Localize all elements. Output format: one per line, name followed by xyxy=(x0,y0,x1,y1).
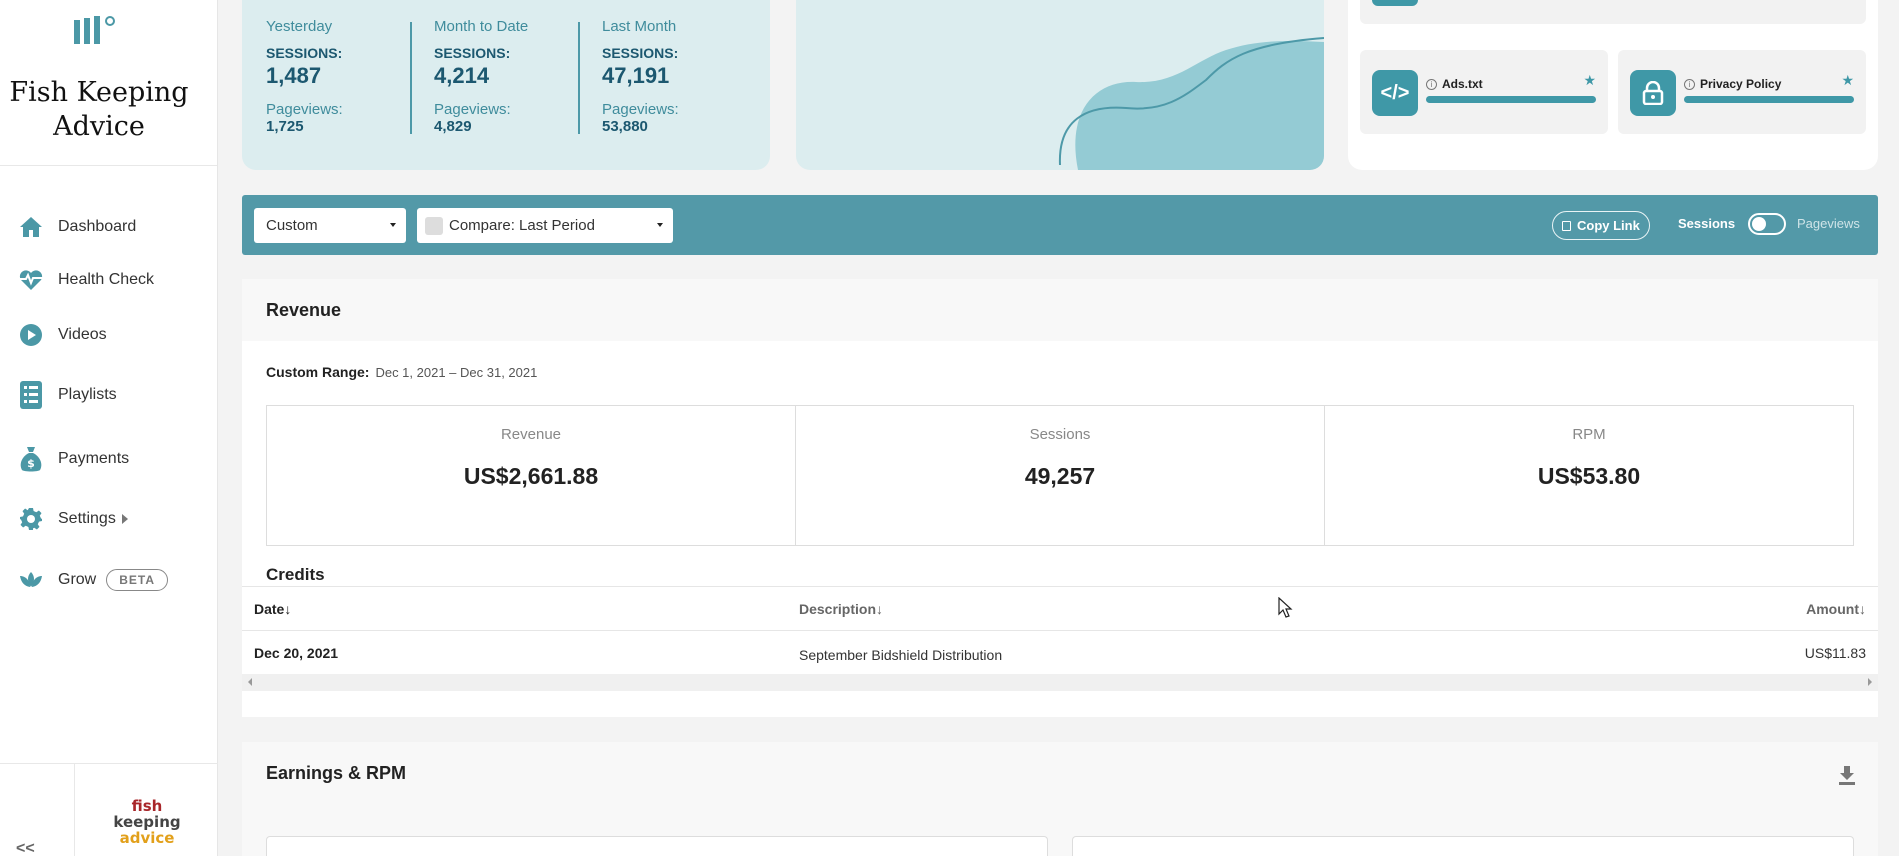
stat-last-month: Last Month SESSIONS: 47,191 Pageviews: 5… xyxy=(602,18,762,135)
lock-icon xyxy=(1630,70,1676,116)
dropdown-arrow-icon xyxy=(390,223,396,227)
heartbeat-icon xyxy=(18,267,44,293)
panel-title: Earnings & RPM xyxy=(242,742,1878,804)
stat-yesterday: Yesterday SESSIONS: 1,487 Pageviews: 1,7… xyxy=(266,18,426,135)
brand-name: Fish Keeping Advice xyxy=(9,77,189,142)
sessions-pageviews-toggle[interactable] xyxy=(1748,213,1786,235)
sidebar-item-label: Health Check xyxy=(58,271,155,288)
tool-privacy-policy[interactable]: i Privacy Policy ★ xyxy=(1618,50,1866,134)
sort-date-header[interactable]: Date↓ xyxy=(254,601,291,617)
gear-icon xyxy=(18,506,44,532)
progress-bar xyxy=(1426,96,1596,103)
brand-header: Fish Keeping Advice xyxy=(0,0,217,166)
mouse-cursor-icon xyxy=(1278,597,1293,618)
divider xyxy=(578,22,580,134)
earnings-panel: Earnings & RPM xyxy=(242,742,1878,856)
scroll-left-icon[interactable] xyxy=(248,678,252,686)
date-range-select[interactable]: Custom xyxy=(254,208,406,243)
star-icon[interactable]: ★ xyxy=(1841,72,1854,89)
sidebar-item-health-check[interactable]: Health Check xyxy=(18,265,154,295)
traffic-stats-card: Yesterday SESSIONS: 1,487 Pageviews: 1,7… xyxy=(242,0,770,170)
sessions-value: 1,487 xyxy=(266,63,322,88)
sidebar-item-videos[interactable]: Videos xyxy=(18,320,107,350)
download-icon[interactable] xyxy=(1838,766,1856,786)
metrics-summary: Revenue US$2,661.88 Sessions 49,257 RPM … xyxy=(266,405,1854,546)
sort-amount-header[interactable]: Amount↓ xyxy=(1806,601,1866,617)
tool-ads-txt[interactable]: </> i Ads.txt ★ xyxy=(1360,50,1608,134)
copy-icon xyxy=(1562,220,1571,231)
revenue-panel: Revenue Custom Range: Dec 1, 2021 – Dec 3… xyxy=(242,279,1878,717)
panel-title: Revenue xyxy=(242,279,1878,341)
horizontal-scrollbar[interactable] xyxy=(242,674,1878,691)
collapse-sidebar-button[interactable]: << xyxy=(16,840,35,856)
sidebar-item-payments[interactable]: $ Payments xyxy=(18,444,129,474)
scroll-right-icon[interactable] xyxy=(1868,678,1872,686)
money-bag-icon: $ xyxy=(18,446,44,472)
credits-table: Date↓ Description↓ Amount↓ Dec 20, 2021 … xyxy=(242,586,1878,691)
wave-illustration xyxy=(1058,37,1324,170)
table-row: Dec 20, 2021 September Bidshield Distrib… xyxy=(242,630,1878,674)
sessions-value: 47,191 xyxy=(602,63,670,88)
sidebar-item-dashboard[interactable]: Dashboard xyxy=(18,212,136,242)
earnings-chart-box xyxy=(266,836,1048,856)
filter-bar: Custom Compare: Last Period Copy Link Se… xyxy=(242,195,1878,255)
progress-bar xyxy=(1684,96,1854,103)
svg-text:$: $ xyxy=(27,457,35,470)
table-header: Date↓ Description↓ Amount↓ xyxy=(242,586,1878,630)
compare-select[interactable]: Compare: Last Period xyxy=(417,208,673,243)
metric-sessions: Sessions 49,257 xyxy=(796,406,1325,545)
sidebar-item-label: Videos xyxy=(58,326,107,343)
code-icon: </> xyxy=(1372,70,1418,116)
sidebar-item-label: Payments xyxy=(58,450,130,467)
dropdown-arrow-icon xyxy=(657,223,663,227)
sidebar-item-settings[interactable]: Settings xyxy=(18,504,128,534)
info-icon[interactable]: i xyxy=(1684,79,1695,90)
tool-tile xyxy=(1360,0,1866,24)
metric-revenue: Revenue US$2,661.88 xyxy=(267,406,796,545)
lotus-icon xyxy=(18,567,44,593)
divider xyxy=(74,763,75,856)
pageviews-value: 53,880 xyxy=(602,118,648,135)
sidebar-item-label: Dashboard xyxy=(58,218,137,235)
custom-range: Custom Range: Dec 1, 2021 – Dec 31, 2021 xyxy=(266,364,538,380)
rpm-chart-box xyxy=(1072,836,1854,856)
toggle-label-sessions: Sessions xyxy=(1678,216,1736,231)
sidebar-item-label: Settings xyxy=(58,510,116,527)
sort-description-header[interactable]: Description↓ xyxy=(799,601,883,617)
pageviews-value: 4,829 xyxy=(434,118,472,135)
site-logo: fish keeping advice xyxy=(113,797,181,847)
brand-logo-icon[interactable] xyxy=(70,14,126,54)
sidebar-item-label: Grow xyxy=(58,571,97,588)
caret-right-icon xyxy=(121,514,128,524)
star-icon[interactable]: ★ xyxy=(1583,72,1596,89)
play-icon xyxy=(18,322,44,348)
sidebar-item-playlists[interactable]: Playlists xyxy=(18,380,117,410)
site-tools-card: </> i Ads.txt ★ i Privacy Policy ★ xyxy=(1348,0,1878,170)
compare-checkbox[interactable] xyxy=(425,216,443,235)
decorative-wave-card xyxy=(796,0,1324,170)
pageviews-value: 1,725 xyxy=(266,118,304,135)
credits-title: Credits xyxy=(266,565,325,584)
tool-icon xyxy=(1372,0,1418,6)
sidebar: Fish Keeping Advice Dashboard Health Che… xyxy=(0,0,218,856)
list-icon xyxy=(18,381,44,409)
sessions-value: 4,214 xyxy=(434,63,490,88)
beta-badge: BETA xyxy=(106,569,169,591)
copy-link-button[interactable]: Copy Link xyxy=(1552,211,1650,240)
home-icon xyxy=(18,214,44,240)
stat-month-to-date: Month to Date SESSIONS: 4,214 Pageviews:… xyxy=(434,18,594,135)
sidebar-item-label: Playlists xyxy=(58,386,117,403)
sidebar-item-grow[interactable]: Grow BETA xyxy=(18,565,169,595)
toggle-label-pageviews: Pageviews xyxy=(1797,216,1860,231)
info-icon[interactable]: i xyxy=(1426,79,1437,90)
divider xyxy=(410,22,412,134)
metric-rpm: RPM US$53.80 xyxy=(1537,426,1641,489)
